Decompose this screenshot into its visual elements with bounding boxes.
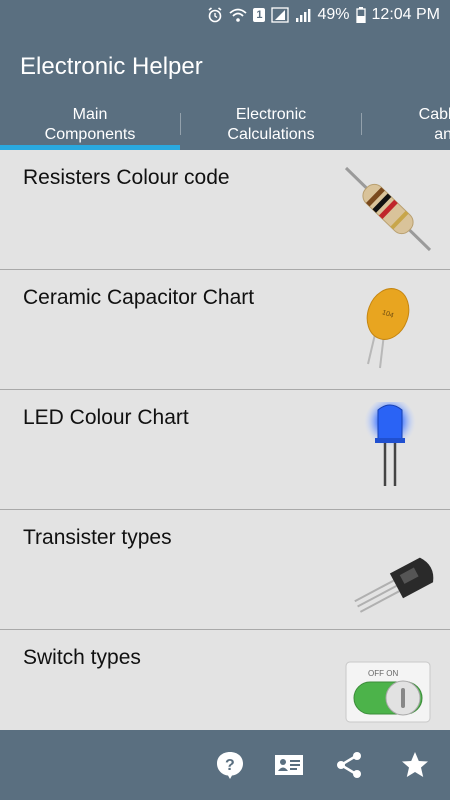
list-item-label: Resisters Colour code bbox=[23, 166, 230, 189]
signal-icon bbox=[271, 7, 290, 23]
contact-card-icon[interactable] bbox=[274, 750, 304, 780]
tab-electronic-calculations[interactable]: Electronic Calculations bbox=[181, 98, 361, 150]
tab-cable-codes[interactable]: Cable Co and I bbox=[362, 98, 450, 150]
status-time: 12:04 PM bbox=[371, 6, 440, 23]
svg-text:?: ? bbox=[225, 757, 235, 774]
list-item-label: Ceramic Capacitor Chart bbox=[23, 286, 255, 309]
tab-main-components[interactable]: Main Components bbox=[0, 98, 180, 150]
status-icons: 1 49% 12:04 PM bbox=[207, 6, 440, 24]
resistor-icon bbox=[344, 166, 432, 252]
list-item-resistors[interactable]: Resisters Colour code bbox=[0, 150, 450, 270]
led-icon bbox=[364, 402, 416, 486]
tab-bar: Main Components Electronic Calculations … bbox=[0, 98, 450, 150]
svg-text:OFF ON: OFF ON bbox=[368, 669, 398, 678]
list-item-led[interactable]: LED Colour Chart bbox=[0, 390, 450, 510]
list-item-label: Switch types bbox=[23, 646, 141, 669]
bottom-action-bar: ? bbox=[0, 730, 450, 800]
app-title: Electronic Helper bbox=[20, 53, 203, 80]
app-bar: Electronic Helper bbox=[0, 32, 450, 98]
tab-label: Main Components bbox=[44, 106, 136, 143]
battery-icon bbox=[355, 7, 366, 23]
capacitor-icon: 104 bbox=[366, 288, 410, 369]
notification-badge: 1 bbox=[253, 8, 266, 22]
status-bar: 1 49% 12:04 PM bbox=[0, 0, 450, 32]
battery-percent: 49% bbox=[317, 6, 350, 23]
wifi-icon bbox=[229, 8, 247, 22]
tab-label: Electronic Calculations bbox=[227, 106, 315, 143]
help-icon[interactable]: ? bbox=[215, 750, 245, 780]
list-item-label: LED Colour Chart bbox=[23, 406, 189, 429]
tab-label: Cable Co and I bbox=[418, 106, 450, 143]
signal-bars-icon bbox=[296, 9, 311, 22]
component-list: Resisters Colour code Ceramic Capacitor … bbox=[0, 150, 450, 730]
switch-icon: OFF ON bbox=[345, 661, 431, 723]
list-item-switch[interactable]: Switch types OFF ON bbox=[0, 630, 450, 730]
alarm-icon bbox=[208, 7, 222, 23]
star-icon[interactable] bbox=[400, 750, 430, 780]
list-item-ceramic-capacitor[interactable]: Ceramic Capacitor Chart 104 bbox=[0, 270, 450, 390]
share-icon[interactable] bbox=[334, 750, 364, 780]
list-item-label: Transister types bbox=[23, 526, 172, 549]
transistor-icon bbox=[354, 557, 434, 613]
list-item-transistor[interactable]: Transister types bbox=[0, 510, 450, 630]
